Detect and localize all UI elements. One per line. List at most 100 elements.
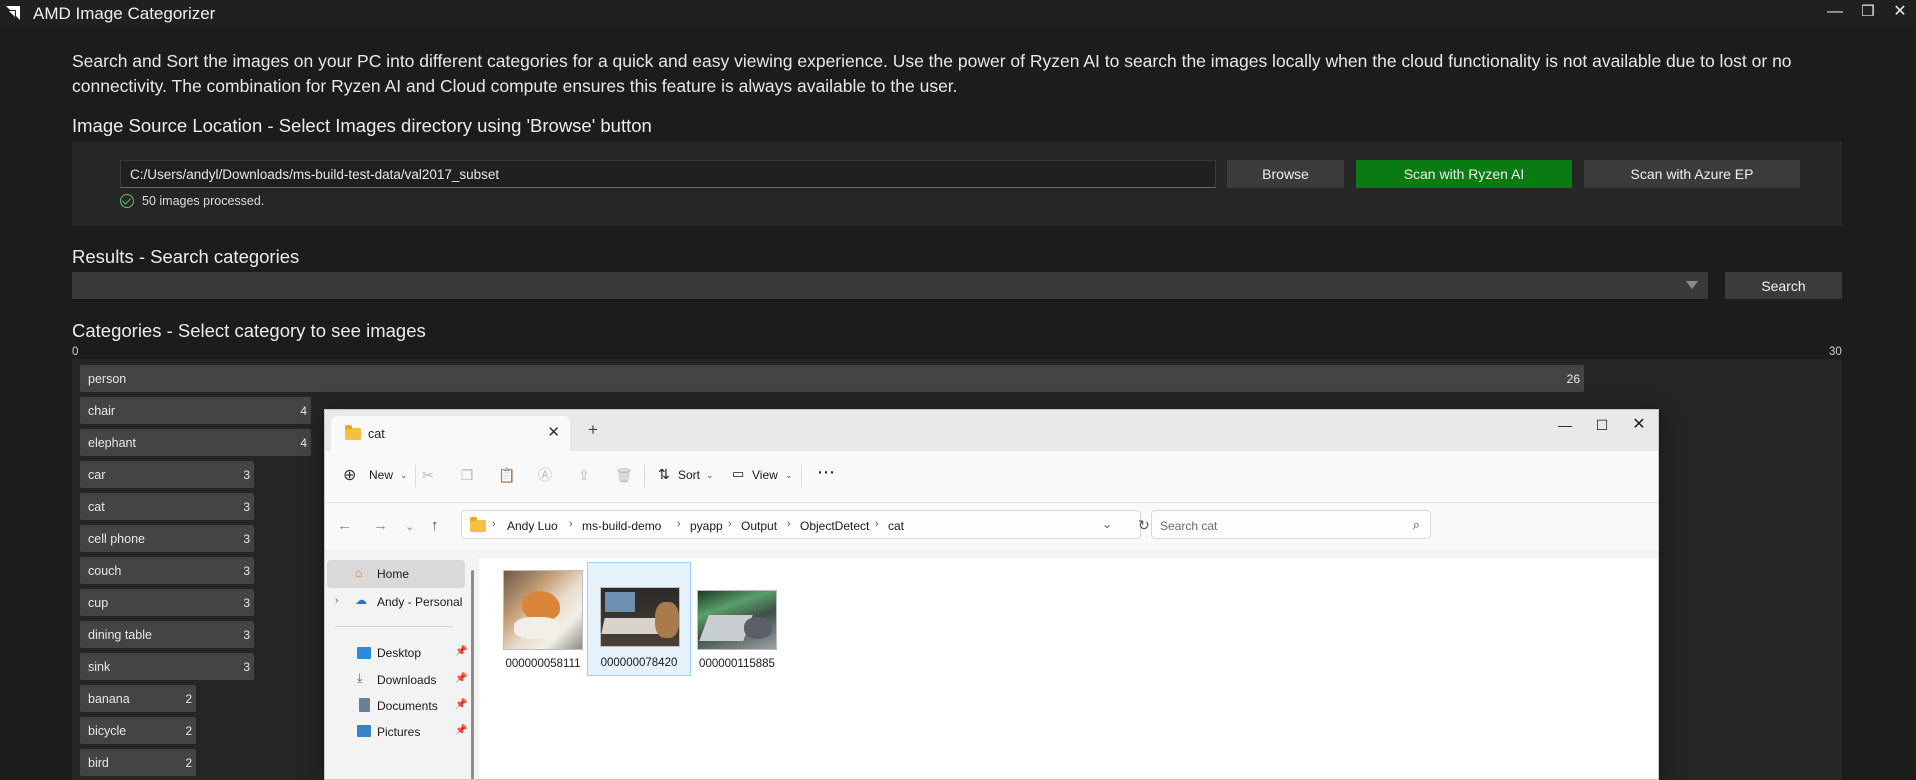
refresh-icon[interactable]: ↻: [1138, 517, 1150, 534]
breadcrumb-item[interactable]: pyapp: [690, 519, 723, 533]
view-button[interactable]: View: [752, 468, 778, 482]
new-plus-icon: ⊕: [343, 467, 357, 484]
explorer-navigation-pane: ⌂ Home › ☁ Andy - Personal Desktop ⤓ Dow…: [325, 558, 465, 779]
copy-icon[interactable]: ❐: [459, 467, 475, 483]
file-name: 000000078420: [600, 657, 678, 669]
category-bar[interactable]: cell phone 3: [80, 525, 254, 552]
minimize-button[interactable]: —: [1820, 0, 1850, 26]
category-bar[interactable]: dining table 3: [80, 621, 254, 648]
browse-button[interactable]: Browse: [1227, 160, 1344, 188]
close-button[interactable]: ✕: [1885, 0, 1915, 26]
rename-icon[interactable]: Ⓐ: [537, 467, 553, 483]
cut-icon[interactable]: ✂: [420, 467, 436, 483]
sort-button[interactable]: Sort: [678, 468, 700, 482]
chevron-right-icon: ›: [492, 518, 496, 530]
recent-locations-icon[interactable]: ⌄: [405, 520, 414, 533]
explorer-close-button[interactable]: ✕: [1624, 414, 1654, 438]
category-search-combobox[interactable]: [72, 272, 1708, 299]
category-label: chair: [88, 404, 116, 418]
source-path-input[interactable]: [120, 160, 1216, 188]
chevron-right-icon[interactable]: ›: [335, 595, 338, 606]
chevron-right-icon: ›: [875, 518, 879, 530]
search-button[interactable]: Search: [1725, 272, 1842, 299]
toolbar-separator: [415, 465, 416, 487]
desktop-icon: [357, 647, 371, 659]
chevron-down-icon: [1686, 281, 1698, 289]
nav-item-documents[interactable]: Documents: [377, 699, 438, 713]
category-bar[interactable]: elephant 4: [80, 429, 311, 456]
folder-icon: [345, 425, 361, 440]
chevron-right-icon: ›: [728, 518, 732, 530]
explorer-minimize-button[interactable]: —: [1550, 414, 1580, 438]
address-bar[interactable]: › Andy Luo › ms-build-demo › pyapp › Out…: [461, 510, 1141, 539]
nav-pane-scrollbar[interactable]: [471, 570, 474, 779]
nav-divider: [335, 626, 453, 627]
category-bar[interactable]: couch 3: [80, 557, 254, 584]
scan-azure-ep-button[interactable]: Scan with Azure EP: [1584, 160, 1800, 188]
category-label: bicycle: [88, 724, 127, 738]
breadcrumb-item[interactable]: ObjectDetect: [800, 519, 869, 533]
category-label: cat: [88, 500, 105, 514]
explorer-tab[interactable]: cat ✕: [331, 416, 570, 451]
image-thumbnail: [697, 590, 777, 650]
explorer-maximize-button[interactable]: ☐: [1587, 414, 1617, 438]
documents-icon: [359, 698, 370, 712]
pictures-icon: [357, 725, 371, 737]
category-bar[interactable]: cup 3: [80, 589, 254, 616]
nav-item-onedrive[interactable]: Andy - Personal: [377, 595, 462, 609]
file-item-selected[interactable]: 000000078420: [587, 562, 691, 676]
up-arrow-icon[interactable]: ↑: [431, 517, 439, 534]
file-item[interactable]: 000000115885: [685, 564, 789, 678]
breadcrumb-item[interactable]: Andy Luo: [507, 519, 558, 533]
category-label: cell phone: [88, 532, 145, 546]
category-count: 2: [185, 692, 192, 706]
forward-arrow-icon[interactable]: →: [373, 517, 388, 534]
breadcrumb-item[interactable]: Output: [741, 519, 777, 533]
category-count: 3: [243, 532, 250, 546]
nav-home-label: Home: [377, 567, 410, 581]
category-bar[interactable]: bicycle 2: [80, 717, 196, 744]
nav-item-downloads[interactable]: Downloads: [377, 673, 436, 687]
chevron-down-icon[interactable]: ⌄: [1102, 517, 1112, 531]
category-count: 3: [243, 596, 250, 610]
scan-status: 50 images processed.: [120, 193, 264, 212]
categories-section-title: Categories - Select category to see imag…: [72, 320, 426, 341]
delete-icon[interactable]: 🗑: [615, 467, 633, 483]
category-bar[interactable]: car 3: [80, 461, 254, 488]
nav-item-pictures[interactable]: Pictures: [377, 725, 420, 739]
nav-item-desktop[interactable]: Desktop: [377, 646, 421, 660]
scan-ryzen-ai-button[interactable]: Scan with Ryzen AI: [1356, 160, 1572, 188]
file-name: 000000058111: [505, 658, 581, 670]
explorer-search-input[interactable]: Search cat ⌕: [1151, 510, 1431, 539]
category-bar[interactable]: bird 2: [80, 749, 196, 776]
category-bar[interactable]: sink 3: [80, 653, 254, 680]
category-bar[interactable]: person 26: [80, 365, 1584, 392]
category-bar[interactable]: banana 2: [80, 685, 196, 712]
paste-icon[interactable]: 📋: [498, 467, 515, 483]
check-circle-icon: [120, 193, 134, 208]
back-arrow-icon[interactable]: ←: [337, 517, 352, 534]
close-tab-icon[interactable]: ✕: [547, 423, 560, 441]
new-button[interactable]: New: [369, 468, 393, 482]
category-label: elephant: [88, 436, 136, 450]
category-count: 3: [243, 628, 250, 642]
sort-icon: ⇅: [658, 466, 670, 482]
downloads-icon: ⤓: [357, 671, 363, 685]
more-options-icon[interactable]: ⋯: [817, 462, 835, 483]
category-label: person: [88, 372, 127, 386]
file-name: 000000115885: [699, 658, 775, 670]
file-item[interactable]: 000000058111: [491, 564, 595, 678]
restore-button[interactable]: ❒: [1853, 0, 1883, 26]
category-label: sink: [88, 660, 111, 674]
pin-icon: 📌: [455, 725, 468, 736]
category-label: cup: [88, 596, 109, 610]
category-bar[interactable]: cat 3: [80, 493, 254, 520]
new-tab-button[interactable]: +: [588, 420, 598, 440]
share-icon[interactable]: ⇪: [576, 467, 592, 483]
breadcrumb-item[interactable]: cat: [888, 519, 904, 533]
axis-min-label: 0: [72, 346, 79, 358]
breadcrumb-item[interactable]: ms-build-demo: [582, 519, 661, 533]
category-label: dining table: [88, 628, 152, 642]
category-bar[interactable]: chair 4: [80, 397, 311, 424]
category-label: banana: [88, 692, 130, 706]
